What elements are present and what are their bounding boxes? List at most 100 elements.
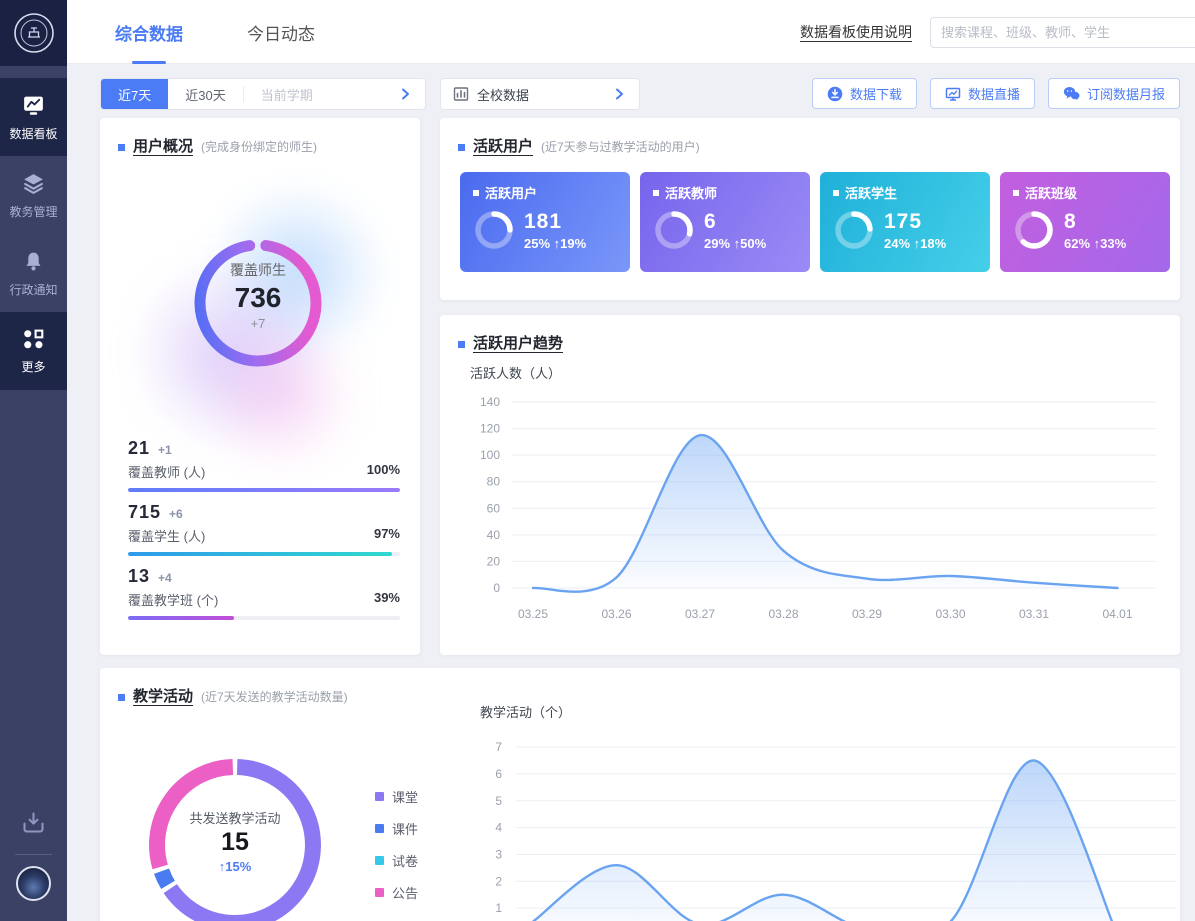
action-label: 订阅数据月报: [1087, 84, 1165, 103]
tab-label: 综合数据: [115, 20, 183, 45]
action-label: 数据下载: [850, 84, 902, 103]
kpi-delta: ↑50%: [734, 236, 767, 251]
data-live-button[interactable]: 数据直播: [930, 78, 1035, 109]
kpi-label: 活跃班级: [1025, 183, 1077, 202]
time-range-selector: 近7天 近30天 当前学期: [100, 78, 426, 110]
svg-text:5: 5: [495, 794, 502, 808]
user-avatar[interactable]: [16, 866, 51, 901]
stat-value: 13: [128, 566, 150, 587]
gauge-center-text: 覆盖师生 736 +7: [178, 260, 338, 331]
kpi-donut: [830, 206, 878, 254]
stat-delta: +4: [158, 571, 172, 585]
active-users-trend-chart: 02040608010012014003.2503.2603.2703.2803…: [460, 385, 1160, 635]
download-tray-icon: [20, 809, 47, 836]
svg-text:03.30: 03.30: [935, 607, 965, 621]
dashboard-help-link[interactable]: 数据看板使用说明: [800, 0, 912, 64]
section-bullet: [458, 341, 465, 348]
kpi-delta: ↑19%: [554, 236, 587, 251]
sidebar-item-notice[interactable]: 行政通知: [0, 234, 67, 312]
legend-item-exam: 试卷: [375, 851, 418, 870]
kpi-donut: [470, 206, 518, 254]
action-label: 数据直播: [968, 84, 1020, 103]
tab-today-updates[interactable]: 今日动态: [247, 0, 315, 64]
legend-swatch: [375, 792, 384, 801]
chevron-right-icon: [612, 87, 626, 101]
stat-progressbar: [128, 552, 400, 556]
section-bullet: [458, 144, 465, 151]
svg-text:120: 120: [480, 422, 500, 436]
section-bullet: [118, 144, 125, 151]
kpi-card-active-students[interactable]: 活跃学生 175 24% ↑18%: [820, 172, 990, 272]
scope-label: 全校数据: [477, 85, 529, 104]
svg-text:03.28: 03.28: [768, 607, 798, 621]
svg-text:20: 20: [487, 554, 501, 568]
dashboard-chart-icon: [21, 93, 46, 118]
sidebar-item-more[interactable]: 更多: [0, 312, 67, 390]
svg-text:03.29: 03.29: [852, 607, 882, 621]
time-option-7d[interactable]: 近7天: [101, 79, 168, 109]
kpi-card-active-teachers[interactable]: 活跃教师 6 29% ↑50%: [640, 172, 810, 272]
kpi-value: 6: [704, 210, 766, 234]
section-title[interactable]: 用户概况: [133, 135, 193, 156]
toolbar-actions: 数据下载 数据直播 订阅数据月报: [812, 78, 1180, 109]
bell-icon: [21, 249, 46, 274]
svg-text:2: 2: [495, 874, 502, 888]
stat-delta: +1: [158, 443, 172, 457]
svg-text:03.25: 03.25: [518, 607, 548, 621]
kpi-card-active-classes[interactable]: 活跃班级 8 62% ↑33%: [1000, 172, 1170, 272]
donut-center-text: 共发送教学活动 15 ↑15%: [155, 808, 315, 874]
svg-text:0: 0: [493, 581, 500, 595]
scope-expand-button[interactable]: [599, 79, 639, 109]
svg-text:4: 4: [495, 821, 502, 835]
school-data-icon: [453, 86, 469, 102]
kpi-donut: [650, 206, 698, 254]
section-title[interactable]: 活跃用户: [473, 135, 533, 156]
stat-percent: 100%: [367, 462, 400, 481]
sidebar-item-label: 行政通知: [9, 281, 57, 298]
donut-total: 15: [155, 828, 315, 857]
stat-value: 21: [128, 438, 150, 459]
subscribe-monthly-report-button[interactable]: 订阅数据月报: [1048, 78, 1180, 109]
time-expand-button[interactable]: [385, 79, 425, 109]
svg-text:40: 40: [487, 528, 501, 542]
svg-text:140: 140: [480, 395, 500, 409]
sidebar-item-dashboard[interactable]: 数据看板: [0, 78, 67, 156]
kpi-label: 活跃教师: [665, 183, 717, 202]
section-title[interactable]: 活跃用户趋势: [473, 332, 563, 353]
stat-label: 覆盖教师 (人): [128, 462, 205, 481]
svg-text:03.26: 03.26: [601, 607, 631, 621]
svg-text:60: 60: [487, 501, 501, 515]
sidebar-download-button[interactable]: [0, 800, 67, 844]
tab-label: 今日动态: [247, 20, 315, 45]
legend-item-announcement: 公告: [375, 883, 418, 902]
kpi-value: 8: [1064, 210, 1126, 234]
kpi-percent: 25%: [524, 236, 550, 251]
coverage-stat-students: 715 +6 覆盖学生 (人) 97%: [128, 502, 400, 556]
time-option-30d[interactable]: 近30天: [168, 79, 242, 109]
layers-icon: [21, 171, 46, 196]
svg-text:1: 1: [495, 901, 502, 915]
svg-text:04.01: 04.01: [1102, 607, 1132, 621]
data-scope-selector[interactable]: 全校数据: [440, 78, 640, 110]
gauge-value: 736: [178, 282, 338, 314]
section-title[interactable]: 教学活动: [133, 685, 193, 706]
wechat-icon: [1063, 86, 1080, 101]
top-header: 综合数据 今日动态 数据看板使用说明: [67, 0, 1195, 64]
stat-progressbar: [128, 488, 400, 492]
more-grid-icon: [22, 328, 45, 351]
school-emblem-icon: [12, 11, 56, 55]
data-download-button[interactable]: 数据下载: [812, 78, 917, 109]
time-option-semester[interactable]: 当前学期: [244, 79, 330, 109]
kpi-card-active-users[interactable]: 活跃用户 181 25% ↑19%: [460, 172, 630, 272]
tab-comprehensive-data[interactable]: 综合数据: [115, 0, 183, 64]
sidebar-item-academic[interactable]: 教务管理: [0, 156, 67, 234]
kpi-percent: 29%: [704, 236, 730, 251]
chevron-right-icon: [398, 87, 412, 101]
stat-label: 覆盖学生 (人): [128, 526, 205, 545]
legend-label: 公告: [392, 883, 418, 902]
legend-label: 试卷: [392, 851, 418, 870]
search-input[interactable]: [931, 25, 1195, 40]
donut-delta: ↑15%: [155, 859, 315, 874]
section-subtitle: (完成身份绑定的师生): [201, 138, 317, 155]
svg-text:100: 100: [480, 448, 500, 462]
